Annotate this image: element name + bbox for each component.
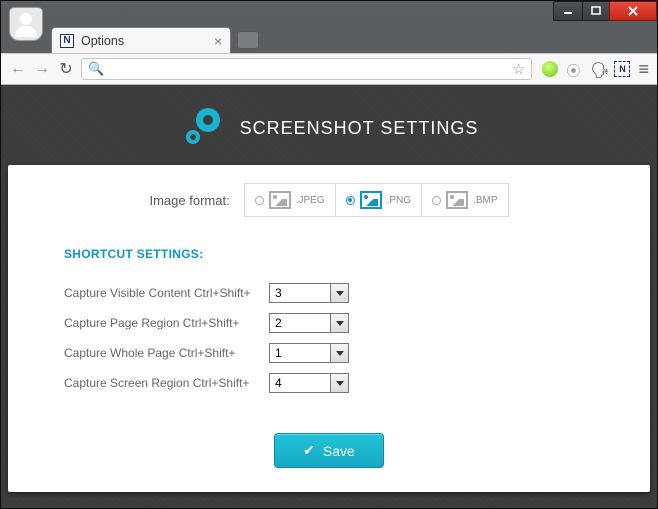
- bookmark-star-icon[interactable]: ☆: [512, 60, 525, 78]
- settings-gears-icon: [180, 106, 224, 150]
- back-button[interactable]: ←: [9, 60, 27, 78]
- shortcut-select[interactable]: 2: [269, 313, 349, 333]
- chevron-down-icon: [330, 314, 348, 332]
- shortcut-select[interactable]: 3: [269, 283, 349, 303]
- window-maximize-button[interactable]: [582, 1, 610, 21]
- image-format-label: Image format:: [149, 193, 229, 208]
- shortcut-rows: Capture Visible Content Ctrl+Shift+ 3 Ca…: [58, 283, 600, 393]
- extension-location-icon[interactable]: ⦿: [566, 61, 582, 77]
- browser-toolbar: ← → ↻ 🔍 ☆ ⦿ 🗣 N ≡: [1, 53, 657, 85]
- checkmark-icon: ✔: [303, 442, 315, 459]
- browser-tab[interactable]: N Options ×: [51, 27, 231, 53]
- image-format-options: .JPEG .PNG .BMP: [244, 183, 509, 217]
- settings-panel: Image format: .JPEG .PNG: [8, 165, 650, 492]
- shortcut-select[interactable]: 4: [269, 373, 349, 393]
- format-option-label: .BMP: [473, 195, 497, 206]
- page-title: SCREENSHOT SETTINGS: [240, 118, 479, 139]
- image-icon: [360, 191, 382, 209]
- chevron-down-icon: [330, 284, 348, 302]
- shortcut-label: Capture Screen Region Ctrl+Shift+: [64, 376, 269, 390]
- shortcut-label: Capture Visible Content Ctrl+Shift+: [64, 286, 269, 300]
- forward-button[interactable]: →: [33, 60, 51, 78]
- page-header: SCREENSHOT SETTINGS: [8, 91, 650, 165]
- save-button[interactable]: ✔ Save: [274, 433, 384, 468]
- minimize-icon: [563, 6, 573, 16]
- save-row: ✔ Save: [58, 433, 600, 468]
- format-option-bmp[interactable]: .BMP: [422, 184, 507, 216]
- shortcut-select[interactable]: 1: [269, 343, 349, 363]
- chevron-down-icon: [330, 374, 348, 392]
- shortcut-label: Capture Whole Page Ctrl+Shift+: [64, 346, 269, 360]
- browser-menu-button[interactable]: ≡: [638, 59, 649, 80]
- format-option-label: .PNG: [387, 195, 411, 206]
- tab-strip: N Options ×: [1, 25, 657, 53]
- window-close-button[interactable]: [609, 1, 657, 21]
- shortcut-value: 4: [270, 374, 330, 392]
- save-button-label: Save: [323, 443, 355, 459]
- shortcut-value: 3: [270, 284, 330, 302]
- shortcut-settings-heading: SHORTCUT SETTINGS:: [64, 247, 600, 261]
- window-titlebar: [1, 1, 657, 25]
- image-format-row: Image format: .JPEG .PNG: [58, 183, 600, 217]
- tab-close-button[interactable]: ×: [214, 34, 222, 48]
- window-minimize-button[interactable]: [553, 1, 583, 21]
- extension-green-dot-icon[interactable]: [542, 61, 558, 77]
- shortcut-label: Capture Page Region Ctrl+Shift+: [64, 316, 269, 330]
- close-icon: [627, 5, 639, 17]
- profile-avatar-button[interactable]: [9, 7, 43, 41]
- browser-window: N Options × ← → ↻ 🔍 ☆ ⦿ 🗣 N ≡ SCREENSHOT…: [0, 0, 658, 509]
- search-icon: 🔍: [88, 61, 104, 77]
- extension-icons: ⦿ 🗣 N ≡: [538, 59, 649, 80]
- new-tab-button[interactable]: [237, 31, 259, 49]
- format-option-png[interactable]: .PNG: [336, 184, 422, 216]
- shortcut-row-page-region: Capture Page Region Ctrl+Shift+ 2: [64, 313, 600, 333]
- format-option-jpeg[interactable]: .JPEG: [245, 184, 336, 216]
- extension-n-icon[interactable]: N: [614, 61, 630, 77]
- shortcut-value: 1: [270, 344, 330, 362]
- maximize-icon: [591, 6, 601, 16]
- tab-favicon: N: [60, 34, 74, 48]
- format-option-label: .JPEG: [296, 195, 325, 206]
- tab-title: Options: [81, 34, 124, 48]
- chevron-down-icon: [330, 344, 348, 362]
- shortcut-row-whole-page: Capture Whole Page Ctrl+Shift+ 1: [64, 343, 600, 363]
- extension-silhouette-icon[interactable]: 🗣: [590, 61, 606, 77]
- shortcut-row-screen-region: Capture Screen Region Ctrl+Shift+ 4: [64, 373, 600, 393]
- shortcut-row-visible-content: Capture Visible Content Ctrl+Shift+ 3: [64, 283, 600, 303]
- radio-icon: [346, 196, 355, 205]
- radio-icon: [432, 196, 441, 205]
- address-bar[interactable]: 🔍 ☆: [81, 58, 532, 80]
- shortcut-value: 2: [270, 314, 330, 332]
- page-content: SCREENSHOT SETTINGS Image format: .JPEG …: [1, 85, 657, 508]
- image-icon: [446, 191, 468, 209]
- image-icon: [269, 191, 291, 209]
- radio-icon: [255, 196, 264, 205]
- reload-button[interactable]: ↻: [57, 59, 75, 79]
